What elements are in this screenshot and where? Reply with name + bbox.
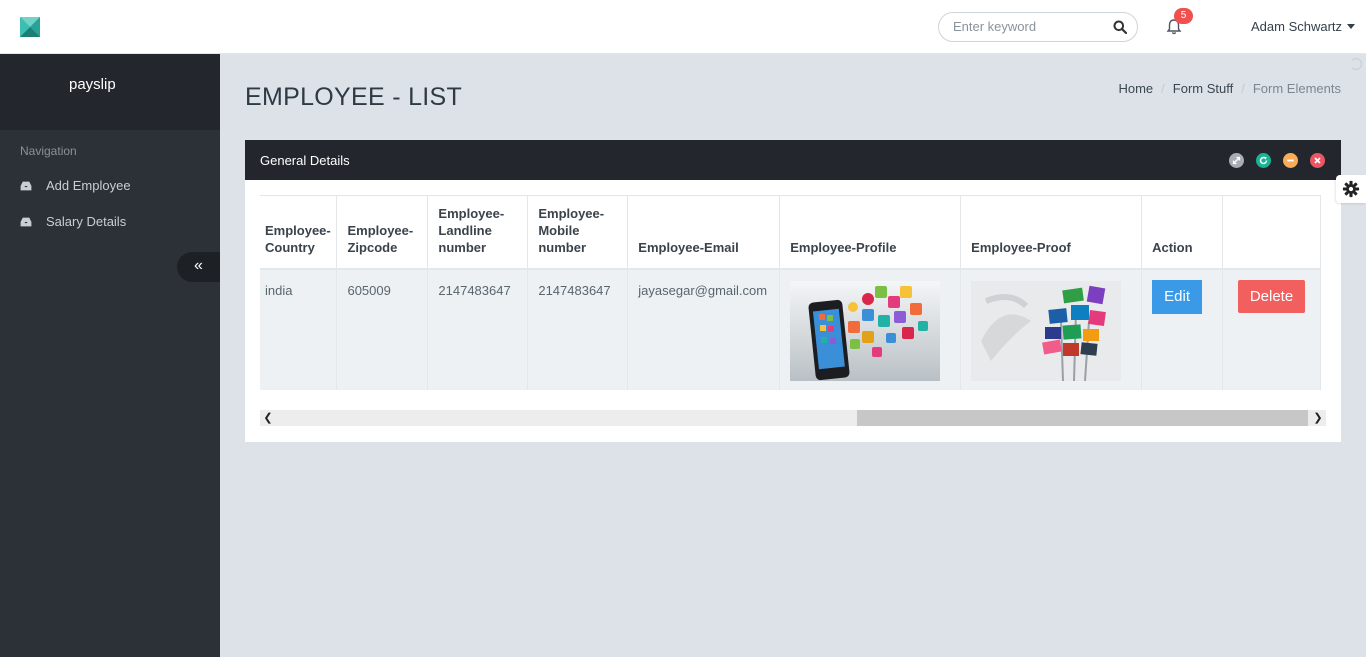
scroll-right-icon[interactable]: ❯ xyxy=(1310,410,1326,426)
nav-section-label: Navigation xyxy=(20,144,77,158)
sidebar-collapse-button[interactable]: « xyxy=(177,252,220,282)
general-details-panel: General Details Employee- Country Employ… xyxy=(245,140,1341,442)
sidebar-item-label: Add Employee xyxy=(46,178,131,193)
breadcrumb-home[interactable]: Home xyxy=(1118,81,1153,96)
breadcrumb-form-elements: Form Elements xyxy=(1252,81,1341,96)
settings-toggle-button[interactable] xyxy=(1336,175,1366,203)
search-icon[interactable] xyxy=(1113,20,1127,34)
double-chevron-left-icon: « xyxy=(194,257,203,274)
user-name: Adam Schwartz xyxy=(1251,19,1343,34)
table-header-row: Employee- Country Employee- Zipcode Empl… xyxy=(260,195,1321,270)
cell-delete: Delete xyxy=(1222,268,1321,390)
panel-header: General Details xyxy=(245,140,1341,180)
breadcrumb-separator: / xyxy=(1241,81,1245,96)
cell-email: jayasegar@gmail.com xyxy=(627,268,781,390)
column-header-delete xyxy=(1222,195,1321,270)
search-input[interactable] xyxy=(953,19,1103,34)
cell-zipcode: 605009 xyxy=(336,268,429,390)
table-scroll-container: Employee- Country Employee- Zipcode Empl… xyxy=(260,195,1326,390)
sidebar-item-salary-details[interactable]: Salary Details xyxy=(0,204,220,240)
top-header: 5 Adam Schwartz xyxy=(0,0,1366,54)
cell-profile xyxy=(779,268,962,390)
edit-button[interactable]: Edit xyxy=(1152,279,1203,314)
refresh-icon[interactable] xyxy=(1256,153,1271,168)
cell-country: india xyxy=(260,268,338,390)
breadcrumb-separator: / xyxy=(1161,81,1165,96)
header-label: Employee- Landline number xyxy=(438,205,505,255)
scrollbar-thumb[interactable] xyxy=(857,410,1308,426)
user-menu[interactable]: Adam Schwartz xyxy=(1251,19,1356,34)
header-label: Employee-Proof xyxy=(971,239,1071,255)
breadcrumb-form-stuff[interactable]: Form Stuff xyxy=(1173,81,1233,96)
sidebar-item-label: Salary Details xyxy=(46,214,127,229)
column-header-profile: Employee-Profile xyxy=(779,195,962,270)
column-header-country: Employee- Country xyxy=(260,195,338,270)
employee-table: Employee- Country Employee- Zipcode Empl… xyxy=(260,195,1321,390)
header-label: Action xyxy=(1152,239,1193,255)
column-header-proof: Employee-Proof xyxy=(960,195,1143,270)
delete-button[interactable]: Delete xyxy=(1238,279,1305,313)
inbox-icon xyxy=(20,181,32,191)
header-label: Employee- Zipcode xyxy=(347,222,414,255)
panel-title: General Details xyxy=(260,153,350,168)
header-label: Employee-Email xyxy=(638,239,739,255)
column-header-email: Employee-Email xyxy=(627,195,781,270)
panel-tools xyxy=(1217,153,1325,171)
search-box xyxy=(938,12,1138,42)
cell-proof xyxy=(960,268,1143,390)
column-header-zipcode: Employee- Zipcode xyxy=(336,195,429,270)
header-label: Employee- Mobile number xyxy=(538,205,605,255)
page-title: EMPLOYEE - LIST xyxy=(245,83,463,111)
column-header-landline: Employee- Landline number xyxy=(427,195,529,270)
close-icon[interactable] xyxy=(1310,153,1325,168)
loading-spinner-icon xyxy=(1350,58,1362,70)
breadcrumb: Home / Form Stuff / Form Elements xyxy=(1118,81,1341,96)
gear-icon xyxy=(1342,180,1360,198)
sidebar-brand[interactable]: payslip xyxy=(0,54,220,130)
sidebar-item-add-employee[interactable]: Add Employee xyxy=(0,168,220,204)
cell-landline: 2147483647 xyxy=(427,268,529,390)
sidebar: payslip Navigation Add Employee Salary D… xyxy=(0,54,220,657)
notification-badge: 5 xyxy=(1174,8,1193,24)
inbox-icon xyxy=(20,217,32,227)
cell-mobile: 2147483647 xyxy=(527,268,629,390)
app-logo[interactable] xyxy=(20,17,40,37)
table-row: india 605009 2147483647 2147483647 jayas… xyxy=(260,268,1321,390)
header-label: Employee-Profile xyxy=(790,239,897,255)
expand-icon[interactable] xyxy=(1229,153,1244,168)
caret-down-icon xyxy=(1347,24,1356,29)
scroll-left-icon[interactable]: ❮ xyxy=(260,410,276,426)
minimize-icon[interactable] xyxy=(1283,153,1298,168)
cell-action: Edit xyxy=(1141,268,1223,390)
column-header-mobile: Employee- Mobile number xyxy=(527,195,629,270)
column-header-action: Action xyxy=(1141,195,1223,270)
header-label: Employee- Country xyxy=(265,222,331,255)
profile-image[interactable] xyxy=(790,280,941,381)
horizontal-scrollbar[interactable]: ❮ ❯ xyxy=(260,410,1326,426)
proof-image[interactable] xyxy=(971,280,1122,381)
